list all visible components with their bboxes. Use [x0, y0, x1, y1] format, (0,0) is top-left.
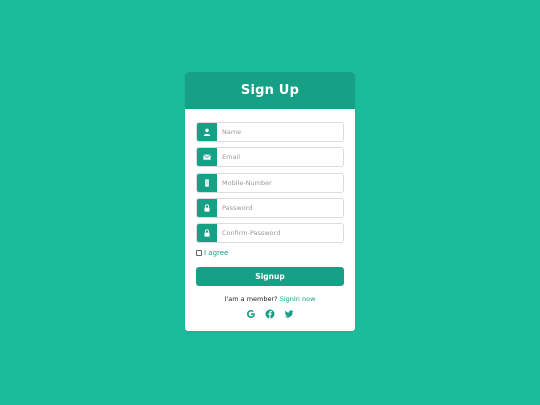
signup-button[interactable]: Signup — [196, 267, 344, 287]
email-field — [196, 147, 344, 168]
facebook-icon[interactable] — [265, 309, 275, 319]
password-field — [196, 197, 344, 218]
mobile-icon — [197, 173, 217, 192]
name-input[interactable] — [217, 123, 343, 141]
signup-card: Sign Up Name Email Mobile-Number I agree… — [185, 72, 355, 331]
google-icon[interactable] — [246, 309, 256, 319]
lock-icon — [197, 224, 217, 243]
mobile-input[interactable] — [217, 173, 343, 192]
twitter-icon[interactable] — [284, 309, 294, 319]
agree-label[interactable]: I agree — [204, 249, 228, 257]
card-header: Sign Up — [185, 72, 355, 109]
member-prompt: I'am a member? SignIn now — [196, 295, 344, 303]
confirm-password-field — [196, 223, 344, 244]
lock-icon — [197, 198, 217, 217]
agree-checkbox[interactable] — [196, 250, 202, 257]
member-text: I'am a member? — [224, 295, 280, 304]
confirm-password-input[interactable] — [217, 224, 343, 243]
page-title: Sign Up — [240, 83, 300, 98]
envelope-icon — [197, 148, 217, 167]
signin-link[interactable]: SignIn now — [280, 295, 316, 303]
mobile-field — [196, 172, 344, 193]
name-field — [196, 122, 344, 142]
user-icon — [197, 123, 217, 141]
signup-form: I agree Signup I'am a member? SignIn now — [185, 109, 355, 319]
agree-row: I agree — [196, 247, 344, 259]
email-input[interactable] — [217, 148, 343, 167]
social-links — [196, 309, 344, 319]
password-input[interactable] — [217, 198, 343, 217]
